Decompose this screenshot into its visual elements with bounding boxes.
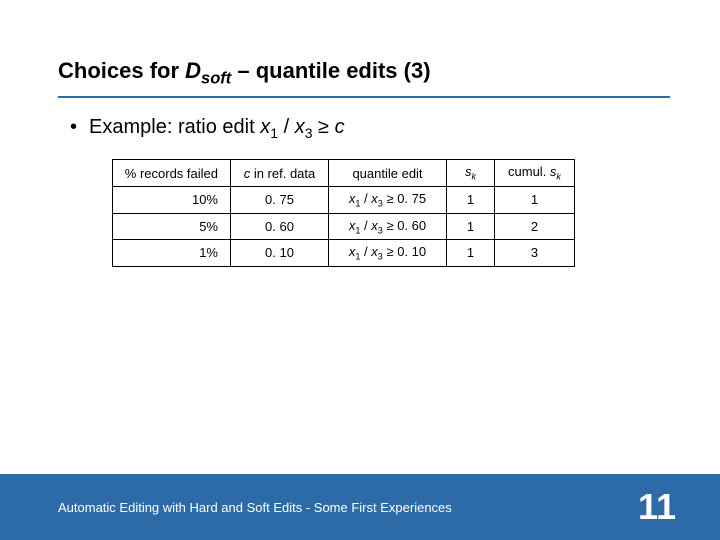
table-wrap: % records failed c in ref. data quantile… — [58, 159, 670, 266]
cell-sk: 1 — [447, 240, 495, 267]
bullet-s1: 1 — [270, 125, 278, 141]
title-sub: soft — [201, 69, 231, 87]
cell-pct: 1% — [113, 240, 231, 267]
cell-cumul: 1 — [495, 186, 575, 213]
cell-sk: 1 — [447, 186, 495, 213]
th-c-rest: in ref. data — [250, 166, 315, 181]
th-cumul-k: k — [556, 172, 561, 182]
bullet-sep: / — [278, 116, 295, 138]
bullet-c: c — [335, 116, 345, 138]
quantile-table: % records failed c in ref. data quantile… — [112, 159, 575, 266]
cell-pct: 5% — [113, 213, 231, 240]
bullet-dot-icon: • — [70, 116, 77, 139]
bullet-text: Example: ratio edit x1 / x3 ≥ c — [89, 116, 345, 141]
table-row: 10%0. 75x1 / x3 ≥ 0. 7511 — [113, 186, 575, 213]
bullet-pre: Example: ratio edit — [89, 116, 260, 138]
title-post: – quantile edits (3) — [231, 58, 430, 83]
bullet-rel: ≥ — [312, 116, 334, 138]
cell-c: 0. 75 — [231, 186, 329, 213]
table-row: 1%0. 10x1 / x3 ≥ 0. 1013 — [113, 240, 575, 267]
th-pct: % records failed — [113, 160, 231, 187]
bullet-item: • Example: ratio edit x1 / x3 ≥ c — [58, 116, 670, 141]
cell-sk: 1 — [447, 213, 495, 240]
slide-title: Choices for Dsoft – quantile edits (3) — [58, 58, 670, 88]
cell-c: 0. 10 — [231, 240, 329, 267]
title-pre: Choices for — [58, 58, 185, 83]
cell-pct: 10% — [113, 186, 231, 213]
th-sk-k: k — [471, 172, 476, 182]
title-divider — [58, 96, 670, 98]
cell-cumul: 3 — [495, 240, 575, 267]
th-cumul: cumul. sk — [495, 160, 575, 187]
footer-bar: Automatic Editing with Hard and Soft Edi… — [0, 474, 720, 540]
table-header-row: % records failed c in ref. data quantile… — [113, 160, 575, 187]
slide: Choices for Dsoft – quantile edits (3) •… — [0, 0, 720, 540]
cell-quantile: x1 / x3 ≥ 0. 60 — [329, 213, 447, 240]
table-body: 10%0. 75x1 / x3 ≥ 0. 75115%0. 60x1 / x3 … — [113, 186, 575, 266]
cell-quantile: x1 / x3 ≥ 0. 75 — [329, 186, 447, 213]
cell-quantile: x1 / x3 ≥ 0. 10 — [329, 240, 447, 267]
bullet-x3: x — [295, 116, 305, 138]
title-D: D — [185, 58, 201, 83]
table-row: 5%0. 60x1 / x3 ≥ 0. 6012 — [113, 213, 575, 240]
th-c: c in ref. data — [231, 160, 329, 187]
th-sk: sk — [447, 160, 495, 187]
page-number: 11 — [638, 486, 676, 528]
footer-text: Automatic Editing with Hard and Soft Edi… — [58, 500, 638, 515]
th-cumul-pre: cumul. — [508, 164, 550, 179]
cell-cumul: 2 — [495, 213, 575, 240]
bullet-x1: x — [260, 116, 270, 138]
th-quantile: quantile edit — [329, 160, 447, 187]
cell-c: 0. 60 — [231, 213, 329, 240]
